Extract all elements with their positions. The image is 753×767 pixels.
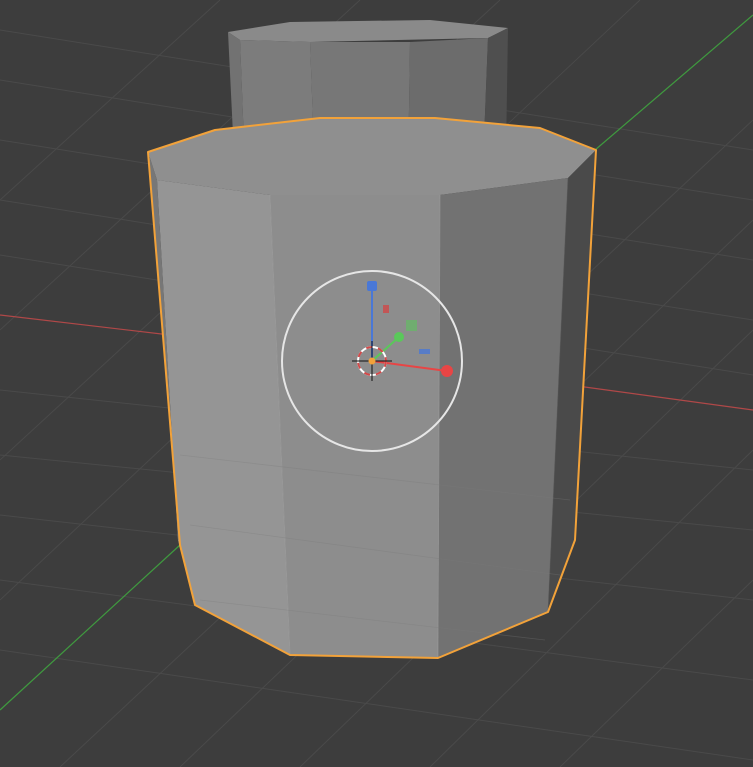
y-axis-tip[interactable] bbox=[394, 332, 404, 342]
y-plane-handle[interactable] bbox=[406, 320, 417, 331]
z-scale-handle[interactable] bbox=[383, 305, 389, 313]
z-axis-tip[interactable] bbox=[367, 281, 377, 291]
main-prism[interactable] bbox=[147, 117, 597, 659]
x-plane-handle[interactable] bbox=[419, 349, 430, 354]
3d-viewport[interactable] bbox=[0, 0, 753, 767]
x-axis-tip[interactable] bbox=[441, 365, 453, 377]
